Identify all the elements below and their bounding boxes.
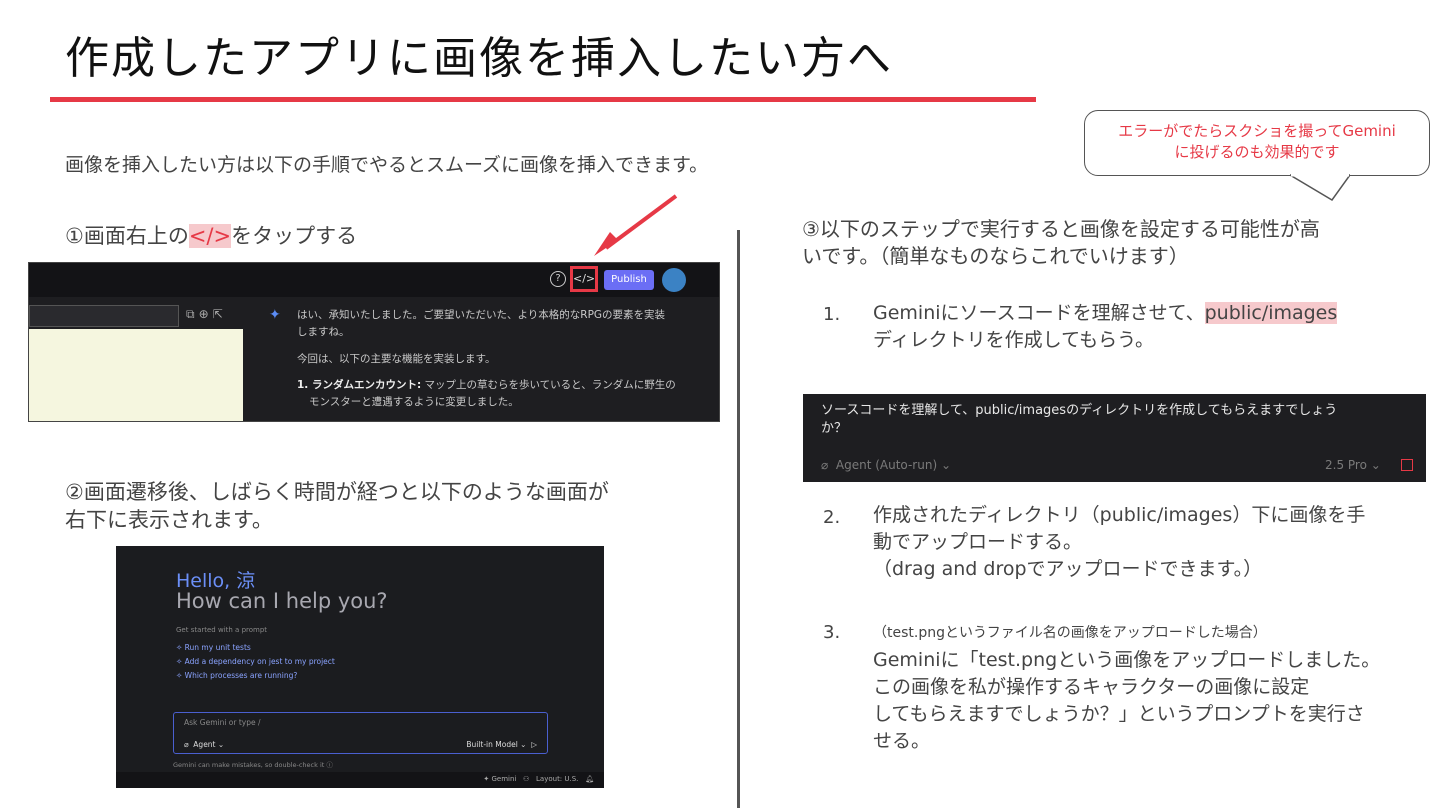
preview-pane bbox=[29, 329, 243, 421]
publish-button[interactable]: Publish bbox=[604, 270, 654, 290]
prompt-placeholder: Ask Gemini or type / bbox=[184, 718, 261, 727]
gemini-help-heading: How can I help you? bbox=[176, 589, 388, 613]
chat-line-4-text: マップ上の草むらを歩いていると、ランダムに野生の bbox=[421, 379, 676, 391]
screenshot-gemini-panel: Hello, 涼 How can I help you? Get started… bbox=[116, 546, 604, 788]
get-started-label: Get started with a prompt bbox=[176, 626, 268, 634]
item-3-note: （test.pngというファイル名の画像をアップロードした場合） bbox=[873, 625, 1267, 641]
chat-line-4: 1. ランダムエンカウント: マップ上の草むらを歩いていると、ランダムに野生の bbox=[297, 377, 676, 394]
red-arrow-icon bbox=[594, 194, 678, 256]
item-2-line-3: （drag and dropでアップロードできます。） bbox=[873, 558, 1263, 580]
item-1-highlight: public/images bbox=[1204, 302, 1338, 324]
screenshot-editor-toolbar: ? </> Publish ⧉⊕⇱ ✦ はい、承知いたしました。ご要望いただいた… bbox=[28, 262, 720, 422]
bell-icon[interactable]: 🔔︎ bbox=[585, 775, 594, 783]
gemini-prompt-box[interactable]: Ask Gemini or type / ⌀ Agent ⌄ Built-in … bbox=[173, 712, 548, 754]
item-2-line-1: 作成されたディレクトリ（public/images）下に画像を手 bbox=[873, 504, 1366, 526]
page-title: 作成したアプリに画像を挿入したい方へ bbox=[65, 33, 893, 84]
step-2-line-2: 右下に表示されます。 bbox=[65, 508, 273, 532]
send-icon[interactable]: ▷ bbox=[531, 740, 537, 749]
avatar[interactable] bbox=[662, 268, 686, 292]
item-1-number: 1. bbox=[823, 304, 841, 325]
item-3-line-4: せる。 bbox=[873, 730, 931, 752]
chat-line-5: モンスターと遭遇するように変更しました。 bbox=[309, 396, 519, 408]
step-1-prefix: ①画面右上の bbox=[65, 224, 189, 248]
paperclip-icon[interactable]: ⌀ bbox=[184, 740, 189, 749]
item-3-line-3: してもらえますでしょうか？」というプロンプトを実行さ bbox=[873, 703, 1365, 725]
status-bar-items: ✦ Gemini ⚇ Layout: U.S. 🔔︎ bbox=[483, 775, 594, 783]
chat-line-3: 今回は、以下の主要な機能を実装します。 bbox=[297, 353, 496, 365]
screenshot-agent-prompt: ソースコードを理解して、public/imagesのディレクトリを作成してもらえ… bbox=[803, 394, 1426, 482]
title-underline bbox=[50, 97, 1036, 102]
model-selector[interactable]: Built-in Model ⌄ ▷ bbox=[466, 740, 537, 749]
item-3-number: 3. bbox=[823, 622, 841, 643]
step-2-heading: ②画面遷移後、しばらく時間が経つと以下のような画面が 右下に表示されます。 bbox=[65, 478, 609, 534]
url-input[interactable] bbox=[29, 305, 179, 327]
preview-toolbar-icons[interactable]: ⧉⊕⇱ bbox=[186, 307, 227, 322]
prompt-suggestion[interactable]: ✧ Which processes are running? bbox=[176, 671, 297, 680]
callout-bubble: エラーがでたらスクショを撮ってGemini に投げるのも効果的です bbox=[1084, 110, 1430, 176]
chat-line-1: はい、承知いたしました。ご要望いただいた、より本格的なRPGの要素を実装 bbox=[297, 309, 666, 321]
item-2-number: 2. bbox=[823, 507, 841, 528]
people-icon: ⚇ bbox=[523, 775, 530, 783]
callout-line-1: エラーがでたらスクショを撮ってGemini bbox=[1118, 122, 1396, 140]
step-3-line-1: ③以下のステップで実行すると画像を設定する可能性が高 bbox=[802, 217, 1320, 241]
callout-tail bbox=[1290, 174, 1350, 201]
item-3-line-2: この画像を私が操作するキャラクターの画像に設定 bbox=[873, 676, 1310, 698]
agent-mode-selector[interactable]: ⌀ Agent (Auto-run) ⌄ bbox=[821, 458, 951, 472]
item-1-text: Geminiにソースコードを理解させて、public/images ディレクトリ… bbox=[873, 300, 1413, 354]
step-1-suffix: をタップする bbox=[231, 224, 358, 248]
prompt-suggestion[interactable]: ✧ Add a dependency on jest to my project bbox=[176, 657, 335, 666]
agent-prompt-text[interactable]: ソースコードを理解して、public/imagesのディレクトリを作成してもらえ… bbox=[821, 402, 1411, 438]
item-1-prefix: Geminiにソースコードを理解させて、 bbox=[873, 302, 1205, 324]
step-2-line-1: ②画面遷移後、しばらく時間が経つと以下のような画面が bbox=[65, 480, 609, 504]
stop-icon[interactable] bbox=[1401, 459, 1413, 471]
info-icon: ⓘ bbox=[326, 761, 333, 769]
item-2-text: 作成されたディレクトリ（public/images）下に画像を手 動でアップロー… bbox=[873, 502, 1413, 583]
callout-line-2: に投げるのも効果的です bbox=[1174, 143, 1340, 161]
item-1-line-2: ディレクトリを作成してもらう。 bbox=[873, 329, 1155, 351]
item-3-text: （test.pngというファイル名の画像をアップロードした場合） Geminiに… bbox=[873, 620, 1413, 755]
agent-selector[interactable]: ⌀ Agent ⌄ bbox=[184, 740, 224, 749]
disclaimer-note: Gemini can make mistakes, so double-chec… bbox=[173, 761, 333, 769]
model-selector[interactable]: 2.5 Pro ⌄ bbox=[1325, 458, 1381, 472]
paperclip-icon[interactable]: ⌀ bbox=[821, 458, 828, 472]
gemini-sparkle-icon: ✦ bbox=[269, 307, 281, 323]
chat-line-4-bold: 1. ランダムエンカウント: bbox=[297, 379, 422, 391]
gemini-status-icon: ✦ bbox=[483, 775, 490, 783]
step-1-heading: ①画面右上の</>をタップする bbox=[65, 220, 357, 250]
code-view-button[interactable]: </> bbox=[570, 266, 598, 292]
step-3-line-2: いです。（簡単なものならこれでいけます） bbox=[802, 244, 1189, 268]
agent-prompt-line-2: か？ bbox=[821, 421, 848, 436]
agent-prompt-line-1: ソースコードを理解して、public/imagesのディレクトリを作成してもらえ… bbox=[821, 403, 1338, 418]
item-2-line-2: 動でアップロードする。 bbox=[873, 531, 1083, 553]
intro-text: 画像を挿入したい方は以下の手順でやるとスムーズに画像を挿入できます。 bbox=[65, 154, 709, 176]
prompt-suggestion[interactable]: ✧ Run my unit tests bbox=[176, 643, 251, 652]
column-divider bbox=[737, 230, 740, 808]
status-bar: ✦ Gemini ⚇ Layout: U.S. 🔔︎ bbox=[116, 772, 604, 788]
step-1-highlight: </> bbox=[188, 224, 232, 248]
help-icon[interactable]: ? bbox=[550, 271, 566, 287]
chat-line-2: しますね。 bbox=[297, 326, 350, 338]
step-3-heading: ③以下のステップで実行すると画像を設定する可能性が高 いです。（簡単なものならこ… bbox=[802, 216, 1402, 270]
item-3-line-1: Geminiに「test.pngという画像をアップロードしました。 bbox=[873, 649, 1381, 671]
